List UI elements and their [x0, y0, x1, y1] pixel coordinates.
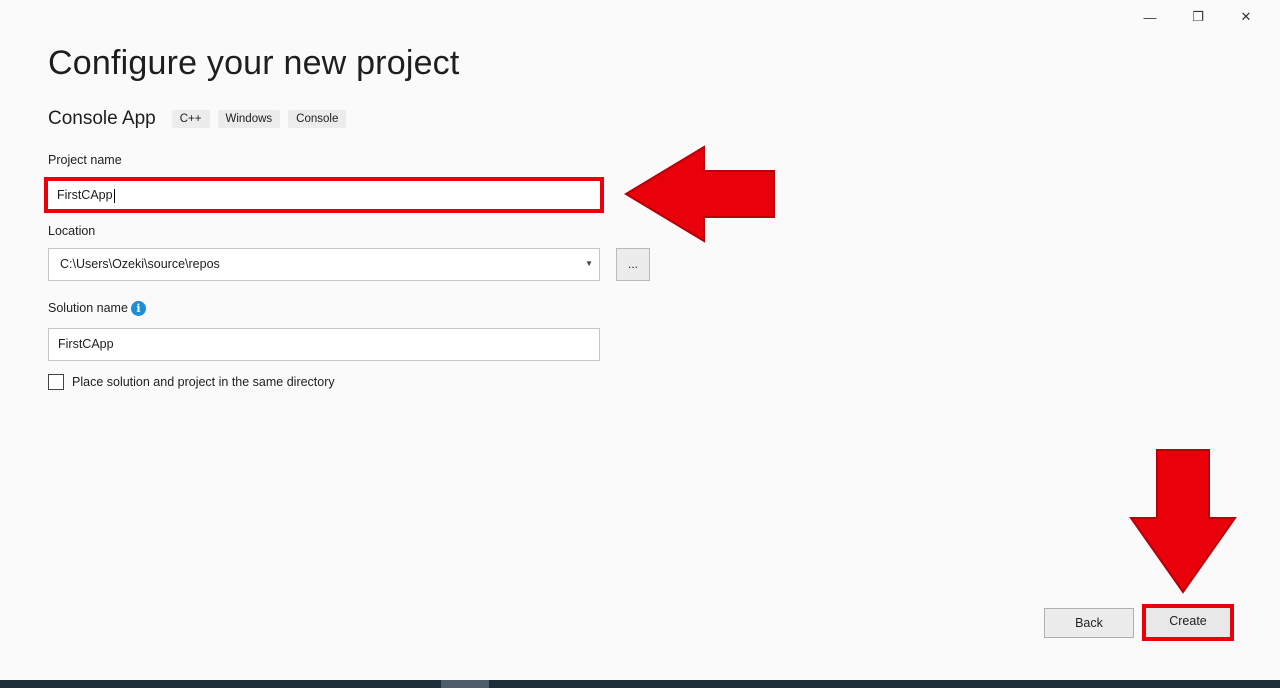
solution-name-label: Solution name — [48, 301, 128, 315]
location-label: Location — [48, 224, 96, 238]
project-name-input[interactable]: FirstCApp — [44, 177, 604, 213]
close-icon[interactable]: ✕ — [1222, 6, 1270, 28]
solution-name-input[interactable]: FirstCApp — [48, 328, 600, 361]
tag-platform: Windows — [217, 110, 281, 128]
tag-language: C++ — [171, 110, 210, 128]
left-arrow-annotation — [624, 145, 775, 243]
same-directory-label: Place solution and project in the same d… — [72, 375, 335, 389]
same-directory-option[interactable]: Place solution and project in the same d… — [48, 374, 335, 390]
taskbar — [0, 680, 1280, 688]
text-caret — [113, 188, 115, 203]
project-name-value: FirstCApp — [57, 188, 113, 202]
restore-icon[interactable]: ❐ — [1174, 6, 1222, 28]
same-directory-checkbox[interactable] — [48, 374, 64, 390]
project-name-label: Project name — [48, 153, 122, 167]
create-button-label: Create — [1169, 614, 1207, 628]
window-controls: — ❐ ✕ — [1126, 6, 1270, 28]
down-arrow-annotation — [1129, 449, 1237, 594]
location-combobox[interactable]: C:\Users\Ozeki\source\repos ▼ — [48, 248, 600, 281]
info-icon[interactable]: i — [131, 301, 146, 316]
browse-button[interactable]: ... — [616, 248, 650, 281]
template-info: Console App C++ Windows Console — [48, 108, 354, 130]
create-button[interactable]: Create — [1142, 604, 1234, 641]
solution-name-value: FirstCApp — [58, 337, 114, 351]
back-button[interactable]: Back — [1044, 608, 1134, 638]
tag-project-type: Console — [288, 110, 347, 128]
template-name: Console App — [48, 108, 156, 129]
minimize-icon[interactable]: — — [1126, 6, 1174, 28]
location-value: C:\Users\Ozeki\source\repos — [60, 257, 220, 271]
page-title: Configure your new project — [48, 44, 460, 82]
taskbar-active-item[interactable] — [441, 680, 489, 688]
dropdown-arrow-icon[interactable]: ▼ — [585, 249, 593, 279]
